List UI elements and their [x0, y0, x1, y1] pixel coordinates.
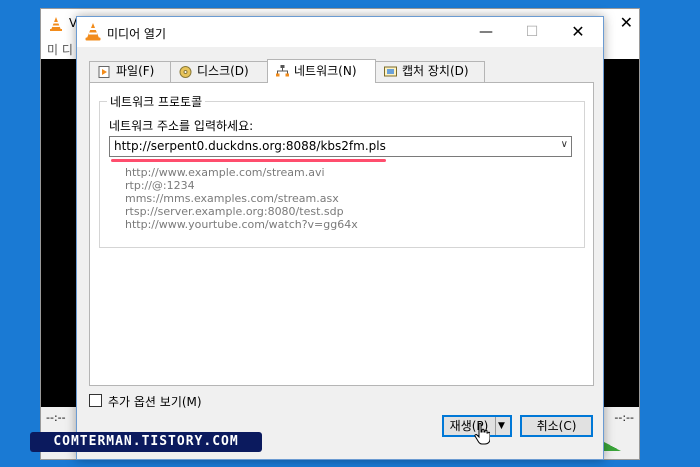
- url-example: mms://mms.examples.com/stream.asx: [125, 192, 339, 205]
- total-time: --:--: [614, 411, 634, 424]
- tab-file[interactable]: 파일(F): [89, 61, 171, 82]
- open-media-dialog: 미디어 열기 — ☐ ✕ 파일(F) 디스크(D) 네트워크(N) 캡처 장치(…: [76, 16, 604, 460]
- network-protocol-group-title: 네트워크 프로토콜: [107, 93, 206, 110]
- network-url-label: 네트워크 주소를 입력하세요:: [109, 119, 254, 133]
- minimize-button[interactable]: —: [463, 17, 509, 47]
- tab-network-label: 네트워크(N): [294, 64, 357, 78]
- url-example: rtsp://server.example.org:8080/test.sdp: [125, 205, 344, 218]
- file-play-icon: [98, 66, 110, 78]
- play-dropdown-icon[interactable]: ▼: [498, 417, 505, 435]
- network-url-combobox[interactable]: http://serpent0.duckdns.org:8088/kbs2fm.…: [109, 136, 572, 157]
- network-url-value[interactable]: http://serpent0.duckdns.org:8088/kbs2fm.…: [114, 139, 386, 153]
- dialog-titlebar: 미디어 열기 — ☐ ✕: [77, 17, 603, 47]
- tab-network[interactable]: 네트워크(N): [267, 59, 376, 83]
- network-protocol-group: 네트워크 프로토콜 네트워크 주소를 입력하세요: http://serpent…: [99, 93, 585, 248]
- disc-icon: [179, 66, 192, 78]
- tab-capture-device-label: 캡처 장치(D): [402, 64, 469, 78]
- hand-cursor-icon: [474, 423, 490, 445]
- close-button[interactable]: ✕: [555, 17, 601, 47]
- more-options-checkbox[interactable]: [89, 394, 102, 407]
- vlc-cone-icon: [50, 17, 62, 31]
- highlight-underline: [111, 159, 386, 162]
- maximize-button[interactable]: ☐: [509, 17, 555, 47]
- tab-file-label: 파일(F): [116, 64, 155, 78]
- tab-disc[interactable]: 디스크(D): [170, 61, 268, 82]
- url-example: rtp://@:1234: [125, 179, 195, 192]
- capture-device-icon: [384, 66, 397, 77]
- dialog-title: 미디어 열기: [107, 27, 167, 41]
- watermark-banner: COMTERMAN.TISTORY.COM: [30, 432, 262, 452]
- chevron-down-icon[interactable]: ∨: [561, 139, 568, 150]
- tab-disc-label: 디스크(D): [197, 64, 249, 78]
- url-example: http://www.example.com/stream.avi: [125, 166, 325, 179]
- cancel-button[interactable]: 취소(C): [520, 415, 593, 437]
- url-examples-list: http://www.example.com/stream.avi rtp://…: [125, 166, 358, 231]
- vlc-cone-icon: [85, 23, 101, 41]
- vlc-main-close-icon[interactable]: ✕: [620, 13, 633, 32]
- more-options-label: 추가 옵션 보기(M): [108, 395, 202, 409]
- cancel-button-label: 취소(C): [536, 419, 577, 433]
- network-tab-panel: 네트워크 프로토콜 네트워크 주소를 입력하세요: http://serpent…: [89, 82, 594, 386]
- network-icon: [276, 65, 289, 77]
- tab-capture-device[interactable]: 캡처 장치(D): [375, 61, 485, 82]
- url-example: http://www.yourtube.com/watch?v=gg64x: [125, 218, 358, 231]
- play-button-separator: [495, 417, 496, 435]
- vlc-main-menu-media[interactable]: 미 디: [47, 41, 73, 58]
- elapsed-time: --:--: [46, 411, 66, 424]
